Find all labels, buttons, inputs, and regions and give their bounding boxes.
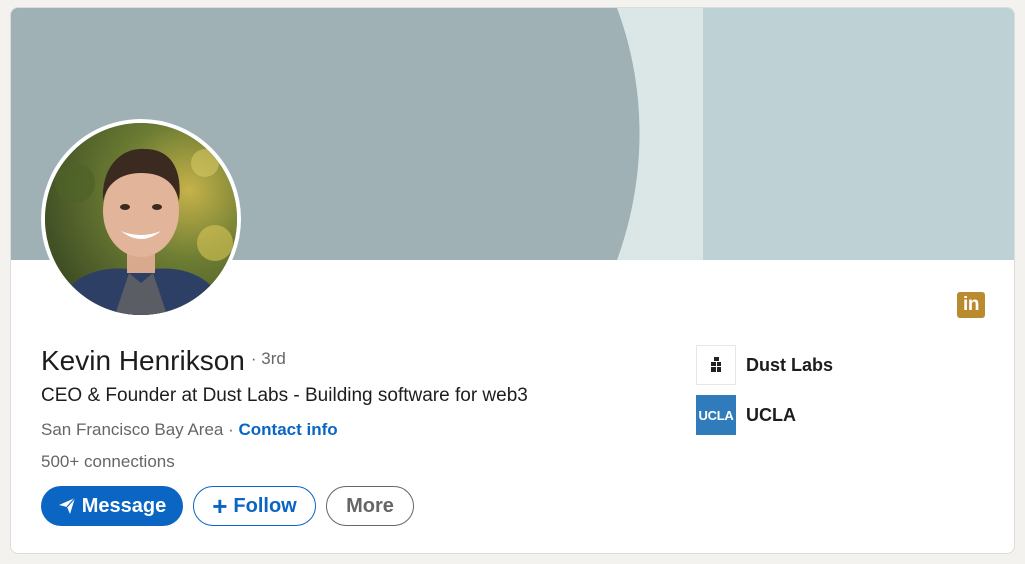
org-item-ucla[interactable]: UCLA UCLA [696,395,796,435]
profile-name-row: Kevin Henrikson · 3rd [41,345,286,377]
follow-button[interactable]: + Follow [193,486,316,526]
location-row: San Francisco Bay Area · Contact info [41,420,338,440]
contact-info-link[interactable]: Contact info [238,420,337,439]
org-name-ucla: UCLA [746,404,796,425]
dust-labs-logo-icon [696,345,736,385]
plus-icon: + [212,491,228,521]
profile-photo-image [45,123,237,315]
connections-number: 500+ [41,452,80,471]
profile-location: San Francisco Bay Area [41,420,224,439]
profile-card: in Kevin Henrikson · 3rd CEO & Founder at… [10,7,1015,554]
linkedin-icon[interactable]: in [957,292,985,318]
org-name-dust-labs: Dust Labs [746,354,834,375]
more-button[interactable]: More [326,486,414,526]
connections-label: connections [79,452,175,471]
profile-name: Kevin Henrikson [41,345,245,376]
more-button-label: More [346,494,394,517]
location-separator: · [223,420,239,439]
org-item-dust-labs[interactable]: Dust Labs [696,345,833,385]
send-icon [58,497,76,515]
message-button-label: Message [81,494,167,517]
ucla-logo-icon: UCLA [696,395,736,435]
connections-count[interactable]: 500+ connections [41,452,175,472]
profile-photo[interactable] [41,119,241,319]
message-button[interactable]: Message [41,486,183,526]
follow-button-label: Follow [233,494,297,517]
connection-degree: · 3rd [250,349,286,368]
profile-headline: CEO & Founder at Dust Labs - Building so… [41,385,528,406]
